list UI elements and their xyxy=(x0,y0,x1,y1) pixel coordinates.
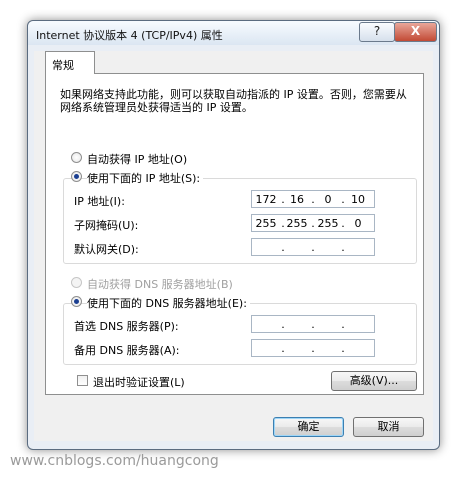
cancel-button-label: 取消 xyxy=(377,420,400,433)
manual-ip-label[interactable]: 使用下面的 IP 地址(S): xyxy=(87,170,204,186)
properties-dialog: Internet 协议版本 4 (TCP/IPv4) 属性 ? X 常规 如果网… xyxy=(27,20,440,450)
ok-button[interactable]: 确定 xyxy=(273,417,344,437)
auto-ip-label[interactable]: 自动获得 IP 地址(O) xyxy=(87,151,187,167)
dialog-title: Internet 协议版本 4 (TCP/IPv4) 属性 xyxy=(36,29,223,42)
subnet-mask-input[interactable]: 255 . 255 . 255 . 0 xyxy=(251,214,375,232)
auto-dns-label: 自动获得 DNS 服务器地址(B) xyxy=(87,278,233,291)
preferred-dns-input[interactable]: . . . xyxy=(251,315,375,333)
octet: 0 xyxy=(354,217,362,230)
help-button[interactable]: ? xyxy=(359,22,395,42)
octet: 255 xyxy=(317,217,339,230)
close-icon: X xyxy=(410,24,421,38)
octet: 172 xyxy=(255,193,277,206)
ip-address-input[interactable]: 172 . 16 . 0 . 10 xyxy=(251,190,375,208)
close-button[interactable]: X xyxy=(394,22,437,42)
default-gateway-input[interactable]: . . . xyxy=(251,238,375,256)
auto-ip-radio[interactable] xyxy=(71,152,82,163)
advanced-button[interactable]: 高级(V)... xyxy=(331,371,417,391)
preferred-dns-label: 首选 DNS 服务器(P): xyxy=(74,320,179,333)
ip-address-label: IP 地址(I): xyxy=(74,195,125,208)
advanced-button-label: 高级(V)... xyxy=(349,374,399,387)
tab-general[interactable]: 常规 xyxy=(45,51,95,74)
description-text: 如果网络支持此功能，则可以获取自动指派的 IP 设置。否则，您需要从网络系统管理… xyxy=(60,88,407,114)
validate-checkbox[interactable] xyxy=(77,375,88,386)
dialog-client-area: 常规 如果网络支持此功能，则可以获取自动指派的 IP 设置。否则，您需要从网络系… xyxy=(34,51,433,441)
manual-dns-radio[interactable] xyxy=(71,296,82,307)
octet: 0 xyxy=(324,193,332,206)
cancel-button[interactable]: 取消 xyxy=(353,417,424,437)
title-bar[interactable]: Internet 协议版本 4 (TCP/IPv4) 属性 ? X xyxy=(28,21,439,45)
alternate-dns-label: 备用 DNS 服务器(A): xyxy=(74,344,180,357)
alternate-dns-input[interactable]: . . . xyxy=(251,339,375,357)
watermark-text: www.cnblogs.com/huangcong xyxy=(10,453,219,469)
help-icon: ? xyxy=(373,24,381,38)
default-gateway-label: 默认网关(D): xyxy=(74,243,139,256)
general-tab-page: 如果网络支持此功能，则可以获取自动指派的 IP 设置。否则，您需要从网络系统管理… xyxy=(45,73,424,395)
octet: 255 xyxy=(255,217,277,230)
validate-label[interactable]: 退出时验证设置(L) xyxy=(93,374,185,390)
tab-general-label: 常规 xyxy=(52,59,74,72)
auto-dns-radio xyxy=(71,277,82,288)
subnet-mask-label: 子网掩码(U): xyxy=(74,219,139,232)
octet: 10 xyxy=(351,193,365,206)
manual-ip-radio[interactable] xyxy=(71,171,82,182)
octet: 16 xyxy=(290,193,304,206)
ok-button-label: 确定 xyxy=(297,420,320,433)
octet: 255 xyxy=(286,217,308,230)
manual-dns-label[interactable]: 使用下面的 DNS 服务器地址(E): xyxy=(87,295,250,311)
